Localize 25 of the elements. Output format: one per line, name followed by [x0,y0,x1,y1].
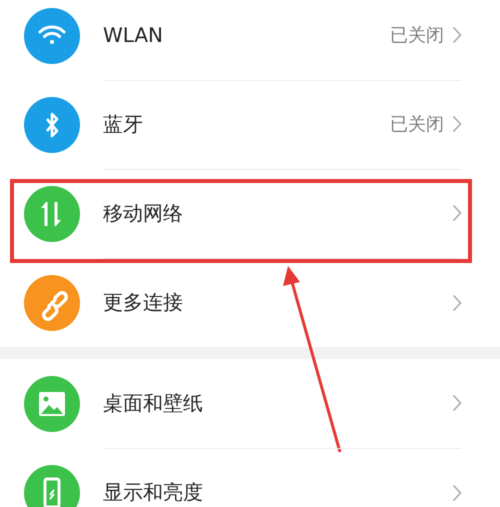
item-status: 已关闭 [390,24,444,47]
chevron-icon [452,204,462,222]
chevron-icon [452,294,462,312]
item-label: WLAN [103,23,164,47]
item-status: 已关闭 [390,113,444,136]
item-label: 更多连接 [103,289,184,316]
chevron-icon [452,26,462,44]
item-label: 桌面和壁纸 [103,390,204,416]
chevron-icon [452,394,462,412]
settings-item[interactable]: 蓝牙 已关闭 [0,80,500,169]
chevron-icon [452,484,462,502]
chevron-icon [452,115,462,133]
link-icon [24,274,80,330]
settings-item[interactable]: 更多连接 [0,258,500,347]
settings-item[interactable]: WLAN 已关闭 [0,0,500,80]
settings-item[interactable]: 显示和亮度 [0,448,500,507]
settings-item[interactable]: 移动网络 [0,169,500,258]
bluetooth-icon [24,96,80,152]
wifi-icon [24,8,80,64]
picture-frame-icon [24,376,80,432]
data-arrows-icon [24,186,80,242]
item-label: 移动网络 [103,200,184,226]
item-label: 显示和亮度 [103,479,204,506]
settings-item[interactable]: 桌面和壁纸 [0,359,500,448]
item-label: 蓝牙 [103,110,144,138]
